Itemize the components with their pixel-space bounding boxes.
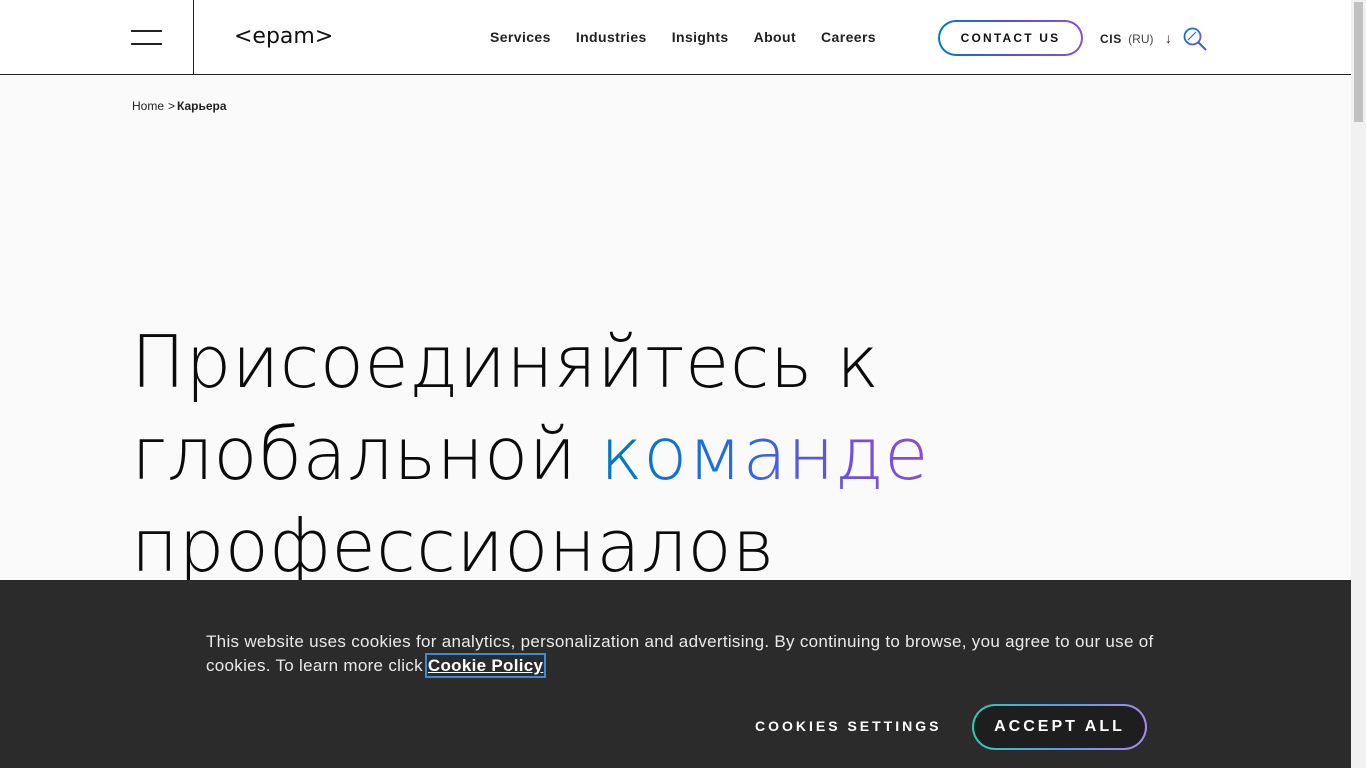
nav-insights[interactable]: Insights: [672, 29, 729, 45]
cookie-banner: This website uses cookies for analytics,…: [0, 580, 1351, 768]
hero-line-2-plain: глобальной: [131, 412, 600, 496]
hero-title: Присоединяйтесь к глобальной команде про…: [131, 316, 1031, 592]
scrollbar[interactable]: [1351, 0, 1366, 768]
region-selector[interactable]: CIS (RU) ↓: [1100, 30, 1172, 46]
arrow-down-icon: ↓: [1164, 30, 1172, 46]
cookies-settings-button[interactable]: COOKIES SETTINGS: [755, 718, 941, 734]
region-language: (RU): [1128, 32, 1154, 46]
breadcrumb-current: Карьера: [177, 99, 227, 113]
accept-all-button[interactable]: ACCEPT ALL: [972, 704, 1147, 750]
nav-industries[interactable]: Industries: [576, 29, 647, 45]
contact-us-button[interactable]: CONTACT US: [938, 20, 1083, 56]
nav-about[interactable]: About: [754, 29, 796, 45]
nav-careers[interactable]: Careers: [821, 29, 876, 45]
region-code: CIS: [1100, 32, 1122, 46]
epam-logo[interactable]: <epam>: [234, 24, 333, 49]
hero-line-2: глобальной команде: [131, 408, 1031, 500]
cookie-message: This website uses cookies for analytics,…: [206, 632, 1154, 675]
breadcrumb-home[interactable]: Home: [132, 99, 164, 113]
hero-line-3: профессионалов: [131, 504, 775, 588]
hero-line-1: Присоединяйтесь к: [131, 320, 880, 404]
scrollbar-thumb[interactable]: [1354, 2, 1363, 122]
site-header: <epam> Services Industries Insights Abou…: [0, 0, 1351, 75]
cookie-policy-link[interactable]: Cookie Policy: [424, 653, 547, 678]
breadcrumb-separator: >: [168, 99, 176, 113]
menu-icon[interactable]: [131, 30, 163, 46]
hero-highlight: команде: [600, 412, 929, 496]
nav-services[interactable]: Services: [490, 29, 551, 45]
main-nav: Services Industries Insights About Caree…: [490, 29, 901, 45]
page: <epam> Services Industries Insights Abou…: [0, 0, 1366, 768]
breadcrumb: Home > Карьера: [132, 99, 227, 113]
header-divider: [193, 0, 194, 75]
search-icon[interactable]: [1182, 26, 1208, 52]
cookie-banner-text: This website uses cookies for analytics,…: [206, 630, 1156, 678]
